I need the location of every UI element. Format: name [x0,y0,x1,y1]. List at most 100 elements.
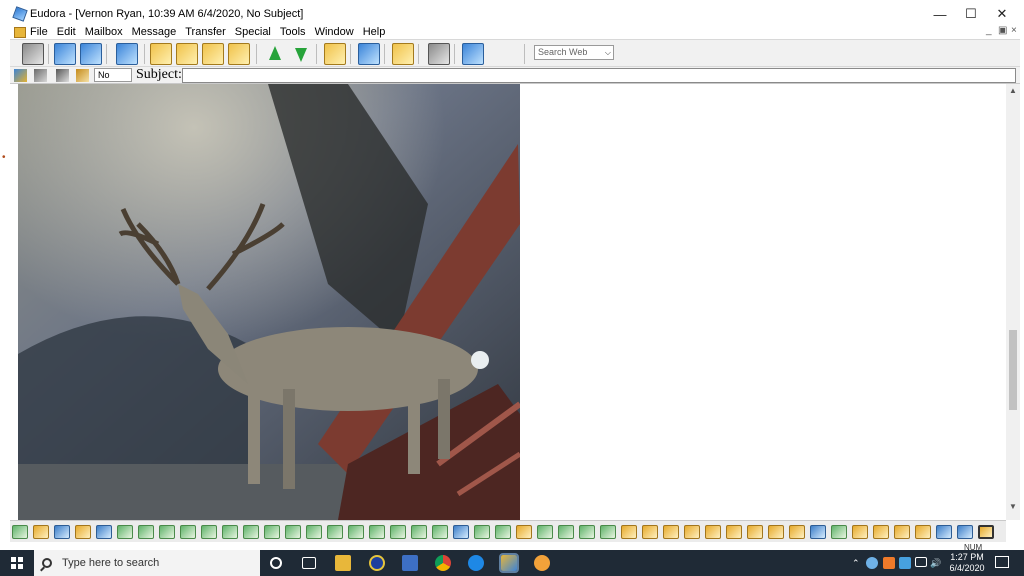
mailbox-tab-icon[interactable] [12,525,28,539]
mailbox-tab-icon[interactable] [75,525,91,539]
mailbox-tab-icon[interactable] [411,525,427,539]
tray-app-icon[interactable] [899,557,911,569]
taskbar-search-box[interactable]: Type here to search [34,550,260,576]
mailbox-tab-icon[interactable] [558,525,574,539]
task-view-icon[interactable] [302,557,316,569]
mailbox-tab-icon[interactable] [936,525,952,539]
mailbox-tab-icon[interactable] [159,525,175,539]
mailbox-tab-icon[interactable] [348,525,364,539]
find-magnifier-icon[interactable] [358,43,380,65]
signature-icon[interactable] [14,69,27,82]
mailbox-tab-icon[interactable] [453,525,469,539]
mdi-minimize-button[interactable]: _ [986,25,992,36]
menu-file[interactable]: File [30,26,48,38]
mailbox-tab-icon[interactable] [495,525,511,539]
mailbox-tab-icon[interactable] [432,525,448,539]
attach-file-icon[interactable] [324,43,346,65]
menu-tools[interactable]: Tools [280,26,306,38]
edge-icon[interactable] [468,555,484,571]
previous-message-up-arrow-icon[interactable] [264,43,286,65]
vertical-scrollbar[interactable]: ▲ ▼ [1006,84,1020,520]
mailbox-tab-icon[interactable] [537,525,553,539]
mailbox-tab-icon-active[interactable] [978,525,994,539]
mailbox-tab-icon[interactable] [327,525,343,539]
taskbar-app-shield-icon[interactable] [534,555,550,571]
mailbox-tab-icon[interactable] [138,525,154,539]
mailbox-tab-icon[interactable] [789,525,805,539]
cortana-icon[interactable] [270,557,282,569]
volume-icon[interactable]: 🔊 [930,550,941,576]
mdi-restore-button[interactable]: ▣ [998,25,1007,36]
redirect-icon[interactable] [228,43,250,65]
mailbox-tab-icon[interactable] [810,525,826,539]
pen-icon[interactable] [76,69,89,82]
message-window-icon[interactable] [14,26,26,38]
menu-edit[interactable]: Edit [57,26,76,38]
mailbox-tab-icon[interactable] [663,525,679,539]
reply-icon[interactable] [150,43,172,65]
mailbox-tab-icon[interactable] [873,525,889,539]
help-icon[interactable] [462,43,484,65]
mailbox-tab-icon[interactable] [957,525,973,539]
mailbox-tab-icon[interactable] [831,525,847,539]
mailbox-tab-icon[interactable] [516,525,532,539]
mailbox-tab-icon[interactable] [201,525,217,539]
mailbox-tab-icon[interactable] [306,525,322,539]
mailbox-tab-icon[interactable] [768,525,784,539]
tray-app-icon[interactable] [883,557,895,569]
send-queued-icon[interactable] [80,43,102,65]
new-message-icon[interactable] [116,43,138,65]
mailbox-tab-icon[interactable] [285,525,301,539]
taskbar-app-document-icon[interactable] [402,555,418,571]
mailbox-tab-icon[interactable] [474,525,490,539]
menu-mailbox[interactable]: Mailbox [85,26,123,38]
address-book-icon[interactable] [392,43,414,65]
taskbar-clock[interactable]: 1:27 PM 6/4/2020 [943,552,991,574]
mailbox-tab-icon[interactable] [621,525,637,539]
mailbox-tab-icon[interactable] [915,525,931,539]
menu-message[interactable]: Message [132,26,177,38]
mailbox-tab-icon[interactable] [117,525,133,539]
menu-help[interactable]: Help [363,26,386,38]
menu-transfer[interactable]: Transfer [185,26,226,38]
mailbox-tab-icon[interactable] [852,525,868,539]
search-web-dropdown[interactable]: Search Web ⌵ [534,45,614,60]
tray-network-app-icon[interactable] [866,557,878,569]
mailbox-tab-icon[interactable] [642,525,658,539]
next-message-down-arrow-icon[interactable] [290,43,312,65]
tray-chevron-up-icon[interactable]: ⌃ [852,550,860,576]
scroll-up-arrow-icon[interactable]: ▲ [1009,86,1017,95]
chrome-icon[interactable] [435,555,451,571]
print-icon[interactable] [428,43,450,65]
mailbox-tab-icon[interactable] [369,525,385,539]
priority-dropdown[interactable]: No [94,68,132,82]
reply-all-icon[interactable] [176,43,198,65]
mailbox-tab-icon[interactable] [222,525,238,539]
mailbox-tab-icon[interactable] [726,525,742,539]
menu-window[interactable]: Window [315,26,354,38]
start-button[interactable] [0,550,34,576]
mailbox-tab-icon[interactable] [684,525,700,539]
subject-input[interactable] [182,68,1016,83]
delete-trash-icon[interactable] [22,43,44,65]
mailbox-tab-icon[interactable] [747,525,763,539]
check-mail-icon[interactable] [54,43,76,65]
mailbox-tab-icon[interactable] [600,525,616,539]
wifi-network-icon[interactable] [915,557,927,567]
mailbox-tab-icon[interactable] [894,525,910,539]
taskbar-app-eye-icon[interactable] [369,555,385,571]
mailbox-tab-icon[interactable] [264,525,280,539]
eudora-taskbar-icon[interactable] [499,553,519,573]
scroll-thumb[interactable] [1009,330,1017,410]
file-explorer-icon[interactable] [335,555,351,571]
attachment-type-icon[interactable] [34,69,47,82]
forward-icon[interactable] [202,43,224,65]
mdi-close-button[interactable]: × [1011,25,1017,36]
mailbox-tab-icon[interactable] [390,525,406,539]
scroll-down-arrow-icon[interactable]: ▼ [1009,502,1017,511]
mailbox-tab-icon[interactable] [180,525,196,539]
mailbox-tab-icon[interactable] [705,525,721,539]
mailbox-tab-icon[interactable] [243,525,259,539]
blah-blah-icon[interactable] [56,69,69,82]
mailbox-tab-icon[interactable] [96,525,112,539]
